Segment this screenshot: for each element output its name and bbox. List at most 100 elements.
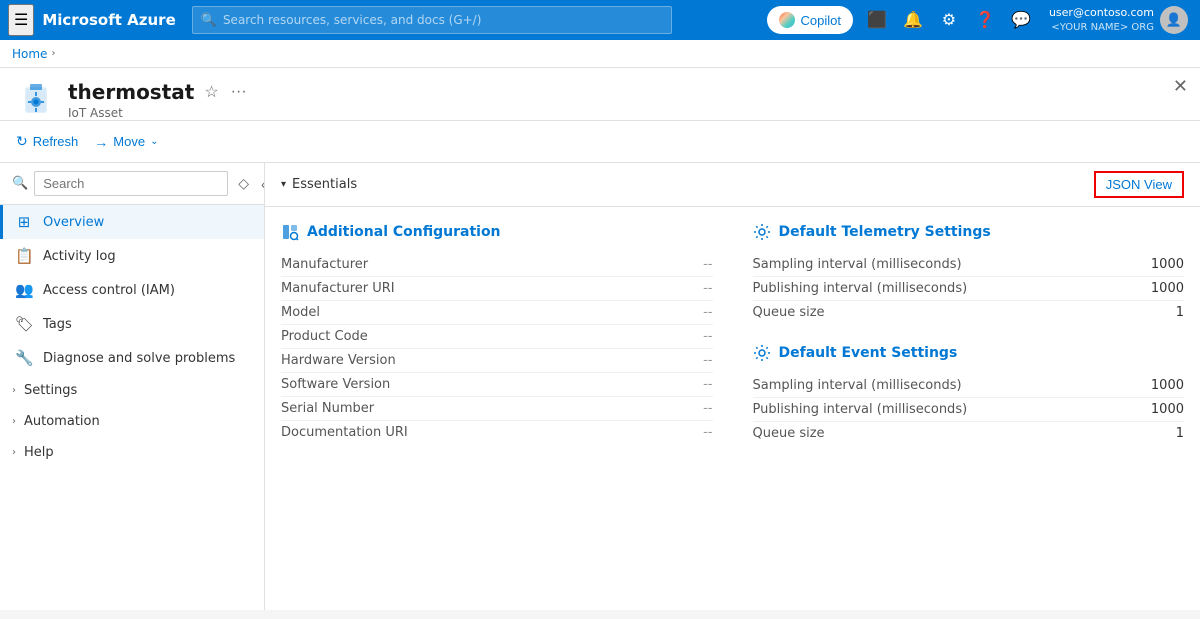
sidebar-group-label-automation: Automation (24, 414, 100, 429)
event-rows: Sampling interval (milliseconds) 1000 Pu… (753, 374, 1185, 445)
row-value: 1000 (1151, 281, 1184, 296)
notifications-button[interactable]: 🔔 (897, 4, 929, 36)
essentials-content: Additional Configuration Manufacturer --… (265, 207, 1200, 461)
refresh-button[interactable]: ↻ Refresh (16, 129, 78, 154)
automation-chevron-icon: › (12, 416, 16, 427)
settings-chevron-icon: › (12, 385, 16, 396)
cloud-shell-button[interactable]: ⬛ (861, 4, 893, 36)
sidebar: 🔍 ◇ « ⊞ Overview 📋 Activity log 👥 Access… (0, 163, 265, 610)
row-value: 1000 (1151, 378, 1184, 393)
refresh-label: Refresh (33, 134, 79, 149)
sidebar-item-label-access-control: Access control (IAM) (43, 283, 175, 298)
row-label: Software Version (281, 377, 390, 392)
sidebar-item-label-overview: Overview (43, 215, 104, 230)
move-icon: → (94, 134, 108, 150)
essentials-chevron-icon: ▾ (281, 179, 286, 190)
breadcrumb-separator: › (51, 48, 55, 59)
row-label: Queue size (753, 426, 825, 441)
feedback-button[interactable]: 💬 (1005, 4, 1037, 36)
hamburger-menu-button[interactable]: ☰ (8, 4, 34, 36)
row-label: Manufacturer URI (281, 281, 395, 296)
copilot-label: Copilot (800, 13, 840, 28)
row-value: 1 (1176, 426, 1184, 441)
additional-config-row: Serial Number -- (281, 397, 713, 421)
additional-config-row: Software Version -- (281, 373, 713, 397)
access-control-icon: 👥 (15, 281, 33, 299)
telemetry-row: Sampling interval (milliseconds) 1000 (753, 253, 1185, 277)
event-row: Publishing interval (milliseconds) 1000 (753, 398, 1185, 422)
sidebar-item-label-activity-log: Activity log (43, 249, 116, 264)
sidebar-item-activity-log[interactable]: 📋 Activity log (0, 239, 264, 273)
resource-header: thermostat ☆ ··· IoT Asset ✕ (0, 68, 1200, 121)
global-search-placeholder: Search resources, services, and docs (G+… (223, 13, 481, 27)
row-label: Manufacturer (281, 257, 368, 272)
avatar: 👤 (1160, 6, 1188, 34)
move-chevron-icon: ⌄ (150, 136, 158, 147)
resource-title-area: thermostat ☆ ··· IoT Asset (68, 80, 1184, 120)
row-value: -- (703, 401, 712, 416)
sidebar-pin-button[interactable]: ◇ (234, 173, 253, 194)
overview-icon: ⊞ (15, 213, 33, 231)
event-gear-icon (753, 344, 771, 362)
row-label: Publishing interval (milliseconds) (753, 281, 968, 296)
additional-config-row: Hardware Version -- (281, 349, 713, 373)
iot-asset-icon (18, 82, 54, 118)
user-profile[interactable]: user@contoso.com <YOUR NAME> ORG 👤 (1045, 6, 1192, 34)
settings-column: Default Telemetry Settings Sampling inte… (753, 223, 1185, 445)
essentials-header: ▾ Essentials JSON View (265, 163, 1200, 207)
settings-button[interactable]: ⚙ (933, 4, 965, 36)
sidebar-group-settings[interactable]: › Settings (0, 375, 264, 406)
additional-config-rows: Manufacturer -- Manufacturer URI -- Mode… (281, 253, 713, 444)
close-button[interactable]: ✕ (1173, 76, 1188, 97)
more-options-button[interactable]: ··· (229, 81, 249, 103)
additional-config-title-text: Additional Configuration (307, 224, 501, 240)
main-layout: 🔍 ◇ « ⊞ Overview 📋 Activity log 👥 Access… (0, 163, 1200, 610)
favorite-button[interactable]: ☆ (202, 80, 220, 104)
sidebar-search-icon: 🔍 (12, 176, 28, 191)
sidebar-item-label-tags: Tags (43, 317, 72, 332)
move-label: Move (113, 134, 145, 149)
row-label: Sampling interval (milliseconds) (753, 378, 962, 393)
sidebar-item-overview[interactable]: ⊞ Overview (0, 205, 264, 239)
row-value: -- (703, 305, 712, 320)
sidebar-item-tags[interactable]: 🏷 Tags (0, 307, 264, 341)
row-label: Queue size (753, 305, 825, 320)
sidebar-item-access-control[interactable]: 👥 Access control (IAM) (0, 273, 264, 307)
sidebar-collapse-button[interactable]: « (257, 173, 265, 194)
copilot-gem-icon (779, 12, 795, 28)
telemetry-settings-title: Default Telemetry Settings (753, 223, 1185, 241)
row-label: Serial Number (281, 401, 374, 416)
sidebar-search-container: 🔍 ◇ « (0, 163, 264, 205)
row-value: -- (703, 425, 712, 440)
row-label: Hardware Version (281, 353, 396, 368)
event-row: Queue size 1 (753, 422, 1185, 445)
search-icon: 🔍 (201, 13, 217, 28)
nav-icon-group: ⬛ 🔔 ⚙ ❓ 💬 (861, 4, 1037, 36)
sidebar-item-diagnose[interactable]: 🔧 Diagnose and solve problems (0, 341, 264, 375)
user-org: <YOUR NAME> ORG (1049, 21, 1154, 34)
telemetry-row: Publishing interval (milliseconds) 1000 (753, 277, 1185, 301)
event-settings-title-text: Default Event Settings (779, 345, 958, 361)
json-view-button[interactable]: JSON View (1094, 171, 1184, 198)
sidebar-group-help[interactable]: › Help (0, 437, 264, 468)
breadcrumb-home[interactable]: Home (12, 47, 47, 61)
resource-title: thermostat (68, 80, 194, 104)
tags-icon: 🏷 (15, 315, 33, 333)
search-input[interactable] (34, 171, 228, 196)
additional-config-row: Manufacturer -- (281, 253, 713, 277)
top-navigation: ☰ Microsoft Azure 🔍 Search resources, se… (0, 0, 1200, 40)
row-value: 1000 (1151, 402, 1184, 417)
move-button[interactable]: → Move ⌄ (94, 130, 158, 154)
additional-config-icon (281, 223, 299, 241)
additional-config-row: Documentation URI -- (281, 421, 713, 444)
breadcrumb: Home › (0, 40, 1200, 68)
sidebar-group-label-settings: Settings (24, 383, 77, 398)
help-button[interactable]: ❓ (969, 4, 1001, 36)
copilot-button[interactable]: Copilot (767, 6, 852, 34)
global-search-box[interactable]: 🔍 Search resources, services, and docs (… (192, 6, 672, 34)
row-label: Documentation URI (281, 425, 408, 440)
brand-label: Microsoft Azure (42, 11, 175, 29)
sidebar-group-automation[interactable]: › Automation (0, 406, 264, 437)
content-area: ▾ Essentials JSON View Additional Config… (265, 163, 1200, 610)
row-value: -- (703, 329, 712, 344)
